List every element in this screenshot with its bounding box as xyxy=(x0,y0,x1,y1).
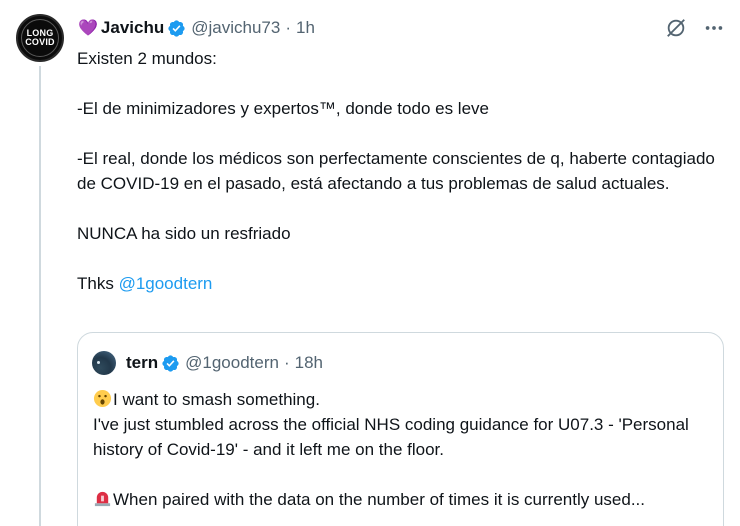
mention-link[interactable]: @1goodtern xyxy=(119,274,213,293)
tweet-line: -El de minimizadores y expertos™, donde … xyxy=(77,99,489,118)
quoted-line: I've just stumbled across the official N… xyxy=(93,415,689,459)
quoted-line: When paired with the data on the number … xyxy=(93,487,718,512)
author-name[interactable]: Javichu xyxy=(101,18,164,38)
thanks-text: Thks xyxy=(77,274,119,293)
tweet-header: 💜 Javichu @javichu73 · 1h xyxy=(78,17,315,39)
quoted-tweet[interactable]: tern @1goodtern · 18h I want to smash so… xyxy=(77,332,724,526)
author-avatar[interactable]: LONG COVID xyxy=(16,14,64,62)
tweet-line: NUNCA ha sido un resfriado xyxy=(77,224,291,243)
rotating-light-icon xyxy=(94,491,111,507)
tweet-time[interactable]: 1h xyxy=(296,18,315,38)
verified-badge-icon xyxy=(162,354,179,372)
more-options-icon[interactable] xyxy=(702,16,726,40)
tweet-line: Existen 2 mundos: xyxy=(77,49,217,68)
separator-dot: · xyxy=(283,353,290,372)
purple-heart-icon: 💜 xyxy=(78,20,98,37)
author-handle[interactable]: @javichu73 xyxy=(191,18,280,38)
thread-line xyxy=(39,66,41,526)
separator-dot: · xyxy=(285,18,291,37)
tweet-line: -El real, donde los médicos son perfecta… xyxy=(77,149,715,193)
verified-badge-icon xyxy=(168,19,185,37)
grok-icon[interactable] xyxy=(664,16,688,40)
quoted-header: tern @1goodtern · 18h xyxy=(92,351,323,375)
quoted-time[interactable]: 18h xyxy=(295,353,323,373)
tweet[interactable]: LONG COVID 💜 Javichu @javichu73 · 1h Exi… xyxy=(0,0,740,526)
quoted-author-name[interactable]: tern xyxy=(126,353,158,373)
tweet-text: Existen 2 mundos: -El de minimizadores y… xyxy=(77,46,717,296)
quoted-avatar[interactable] xyxy=(92,351,116,375)
quoted-line-text: I want to smash something. xyxy=(113,390,320,409)
quoted-line-text: When paired with the data on the number … xyxy=(113,490,645,509)
tweet-line: Thks @1goodtern xyxy=(77,271,717,296)
quoted-author-handle[interactable]: @1goodtern xyxy=(185,353,279,373)
avatar-ring xyxy=(21,19,59,57)
tweet-actions-top xyxy=(664,16,726,40)
surprised-face-icon xyxy=(93,389,112,408)
quoted-line: I want to smash something. xyxy=(93,387,718,412)
quoted-text: I want to smash something. I've just stu… xyxy=(93,387,718,512)
